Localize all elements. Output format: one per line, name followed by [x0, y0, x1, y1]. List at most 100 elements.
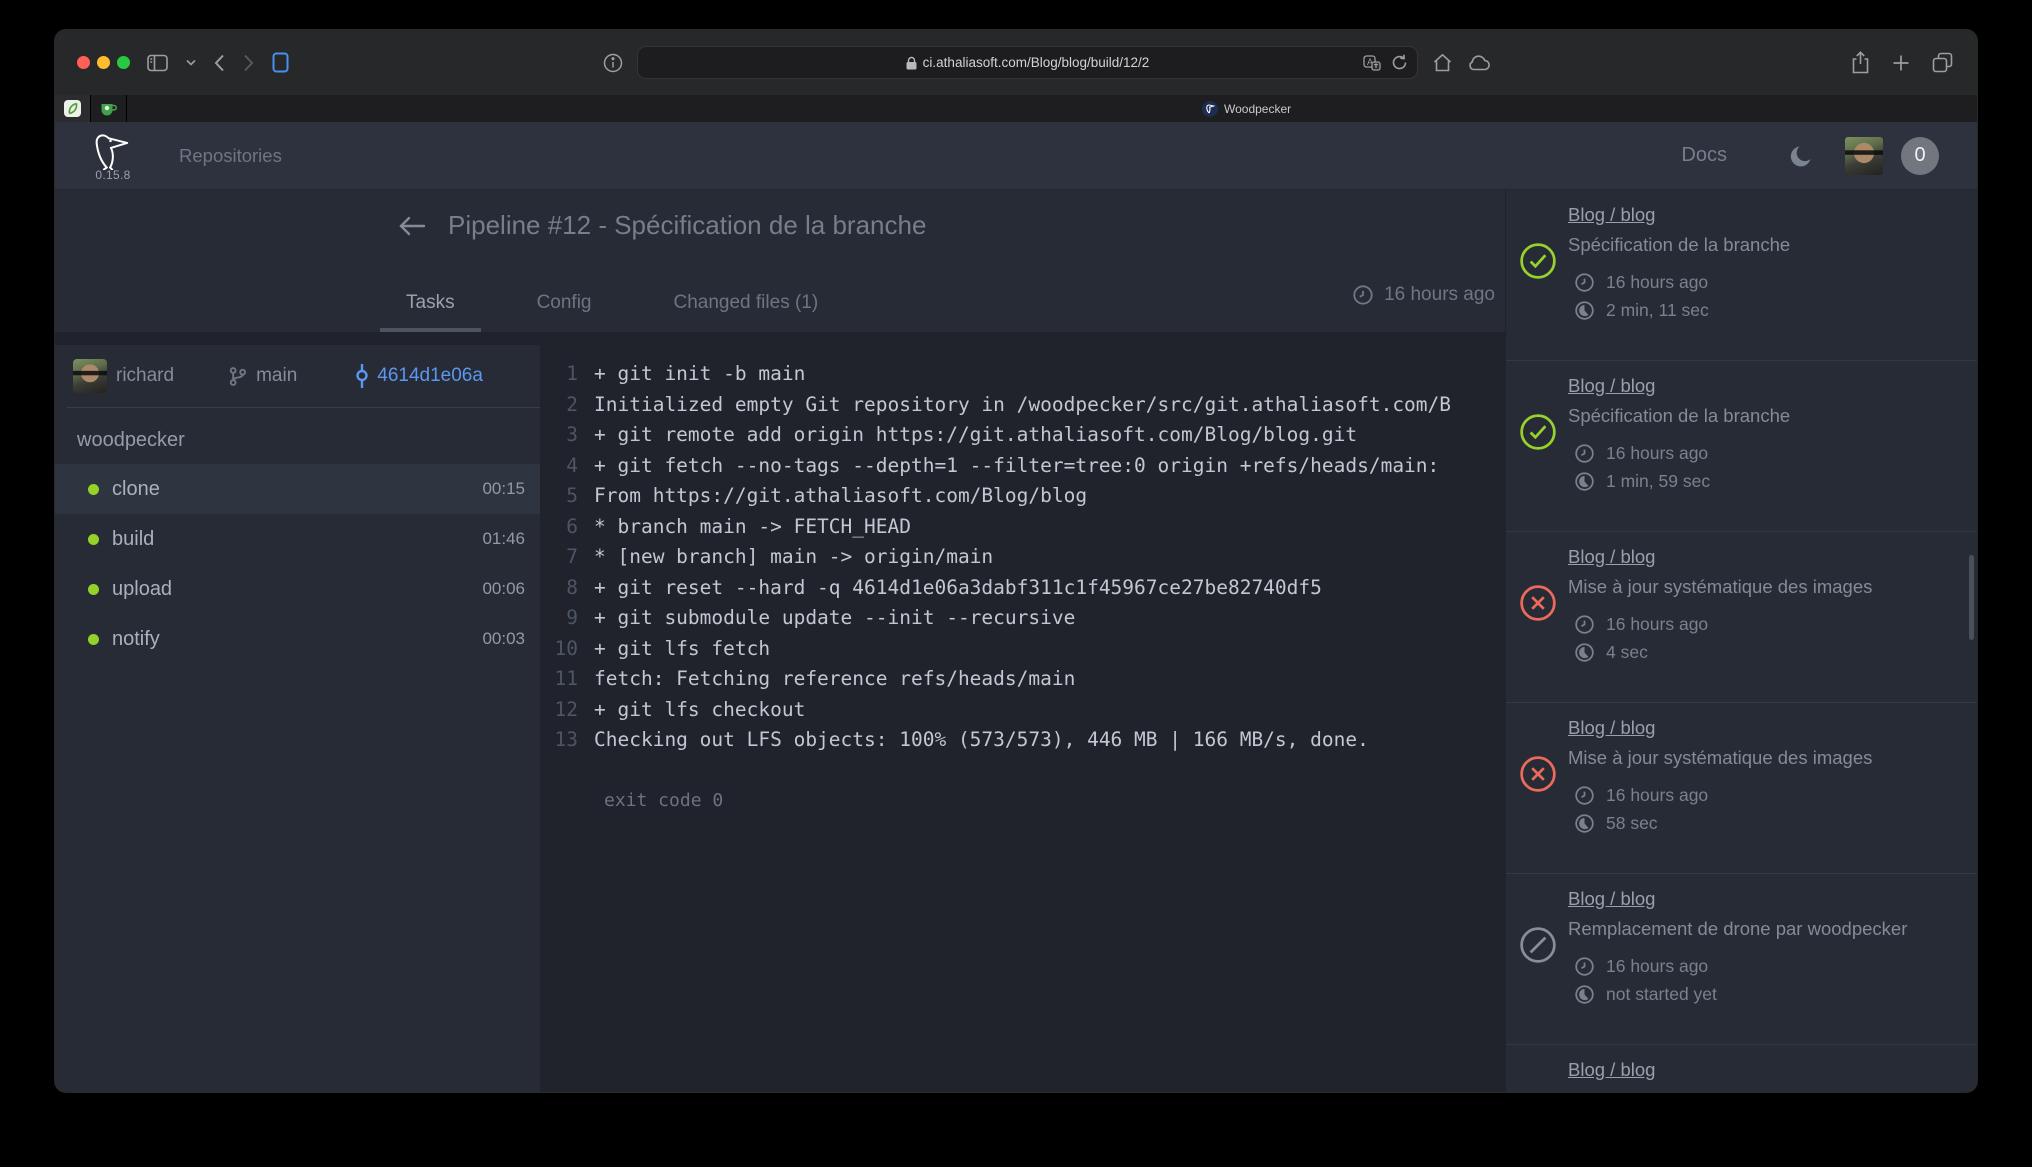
log-line: 1+ git init -b main: [550, 359, 1505, 390]
repo-link[interactable]: Blog / blog: [1568, 1059, 1655, 1081]
repo-link[interactable]: Blog / blog: [1568, 375, 1655, 397]
exit-code: exit code 0: [550, 786, 1505, 817]
console-log[interactable]: 1+ git init -b main 2Initialized empty G…: [540, 345, 1505, 1092]
tab-overview-icon[interactable]: [1932, 52, 1953, 73]
app-header: 0.15.8 Repositories Docs 0: [55, 122, 1977, 190]
repo-link[interactable]: Blog / blog: [1568, 888, 1655, 910]
commit-icon: [355, 364, 369, 388]
user-avatar[interactable]: [1845, 137, 1883, 175]
nav-repositories[interactable]: Repositories: [179, 145, 282, 167]
clock-icon: [1574, 443, 1595, 464]
repo-link[interactable]: Blog / blog: [1568, 204, 1655, 226]
branch-icon: [228, 366, 247, 387]
status-failure-icon: [1519, 755, 1557, 793]
pipeline-created-time: 16 hours ago: [1384, 284, 1495, 306]
pipeline-entry[interactable]: Blog / blog Mise à jour systématique des…: [1506, 532, 1977, 703]
commit-link[interactable]: 4614d1e06a: [355, 364, 483, 388]
steps-panel: richard main 4614d1e06a woodpecker: [55, 345, 540, 1092]
commit-message: Mise à jour systématique des images: [1568, 747, 1959, 769]
step-success-dot: [88, 484, 99, 495]
log-line: 3+ git remote add origin https://git.ath…: [550, 420, 1505, 451]
share-icon[interactable]: [1851, 51, 1870, 74]
woodpecker-app: 0.15.8 Repositories Docs 0 Pipeline #12 …: [55, 122, 1977, 1092]
page-icon[interactable]: [272, 52, 289, 73]
tab-config[interactable]: Config: [511, 292, 618, 332]
pipeline-entry[interactable]: Blog / blog Mise à jour systématique des…: [1506, 703, 1977, 874]
lock-icon: [906, 56, 917, 70]
log-line: 2Initialized empty Git repository in /wo…: [550, 390, 1505, 421]
app-logo[interactable]: 0.15.8: [91, 130, 135, 182]
clock-icon: [1352, 284, 1374, 306]
log-line: 12+ git lfs checkout: [550, 695, 1505, 726]
cloud-icon[interactable]: [1467, 54, 1491, 71]
minimize-window-button[interactable]: [97, 56, 110, 69]
close-window-button[interactable]: [77, 56, 90, 69]
duration-icon: [1574, 471, 1595, 492]
step-success-dot: [88, 534, 99, 545]
duration-icon: [1574, 300, 1595, 321]
clock-icon: [1574, 785, 1595, 806]
clock-icon: [1574, 272, 1595, 293]
status-skipped-icon: [1519, 926, 1557, 964]
tab-changed-files[interactable]: Changed files (1): [648, 292, 845, 332]
url-bar[interactable]: ci.athaliasoft.com/Blog/blog/build/12/2 …: [637, 46, 1418, 79]
nav-docs[interactable]: Docs: [1681, 144, 1727, 167]
commit-message: Spécification de la branche: [1568, 234, 1959, 256]
log-line: 4+ git fetch --no-tags --depth=1 --filte…: [550, 451, 1505, 482]
author-name: richard: [116, 365, 174, 387]
status-failure-icon: [1519, 584, 1557, 622]
pinned-tab-1[interactable]: [55, 95, 91, 122]
workflow-group-label: woodpecker: [55, 408, 540, 464]
zoom-window-button[interactable]: [117, 56, 130, 69]
duration-icon: [1574, 984, 1595, 1005]
commit-message: Spécification de la branche: [1568, 405, 1959, 427]
pinned-tab-2[interactable]: [91, 95, 127, 122]
tab-tasks[interactable]: Tasks: [380, 292, 481, 332]
back-arrow-icon[interactable]: [398, 215, 426, 237]
step-upload[interactable]: upload 00:06: [55, 564, 540, 614]
clock-icon: [1574, 614, 1595, 635]
branch-name: main: [256, 365, 297, 387]
dark-mode-toggle-icon[interactable]: [1789, 143, 1815, 169]
clock-icon: [1574, 956, 1595, 977]
repo-link[interactable]: Blog / blog: [1568, 546, 1655, 568]
sidebar-scrollbar[interactable]: [1969, 555, 1974, 640]
commit-message: Remplacement de drone par woodpecker: [1568, 918, 1959, 940]
log-line: 10+ git lfs fetch: [550, 634, 1505, 665]
chevron-down-icon[interactable]: [186, 59, 196, 66]
reload-icon[interactable]: [1391, 54, 1408, 71]
home-icon[interactable]: [1432, 53, 1453, 72]
author-avatar: [73, 359, 107, 393]
browser-window: ci.athaliasoft.com/Blog/blog/build/12/2 …: [55, 30, 1977, 1092]
pipeline-entry[interactable]: Blog / blog Remplacement de drone par wo…: [1506, 1045, 1977, 1092]
forward-icon[interactable]: [243, 54, 254, 72]
step-build[interactable]: build 01:46: [55, 514, 540, 564]
recent-pipelines-sidebar: Blog / blog Spécification de la branche …: [1505, 190, 1977, 1092]
pipeline-entry[interactable]: Blog / blog Spécification de la branche …: [1506, 190, 1977, 361]
duration-icon: [1574, 642, 1595, 663]
active-tab[interactable]: Woodpecker: [127, 95, 1977, 122]
info-icon[interactable]: [603, 53, 623, 73]
duration-icon: [1574, 813, 1595, 834]
pipeline-header: Pipeline #12 - Spécification de la branc…: [55, 190, 1505, 332]
tab-title: Woodpecker: [1224, 102, 1291, 116]
feather-favicon: [64, 100, 81, 117]
log-line: 9+ git submodule update --init --recursi…: [550, 603, 1505, 634]
teacup-favicon: [100, 101, 117, 116]
step-notify[interactable]: notify 00:03: [55, 614, 540, 664]
log-line: 11fetch: Fetching reference refs/heads/m…: [550, 664, 1505, 695]
step-clone[interactable]: clone 00:15: [55, 464, 540, 514]
translate-icon[interactable]: A: [1363, 55, 1381, 71]
log-line: 8+ git reset --hard -q 4614d1e06a3dabf31…: [550, 573, 1505, 604]
new-tab-icon[interactable]: [1892, 54, 1910, 72]
status-success-icon: [1519, 413, 1557, 451]
notification-badge[interactable]: 0: [1901, 137, 1939, 175]
pipeline-entry[interactable]: Blog / blog Spécification de la branche …: [1506, 361, 1977, 532]
pipeline-entry[interactable]: Blog / blog Remplacement de drone par wo…: [1506, 874, 1977, 1045]
window-controls: [77, 56, 130, 69]
step-success-dot: [88, 634, 99, 645]
sidebar-toggle-icon[interactable]: [147, 54, 168, 72]
commit-message: Mise à jour systématique des images: [1568, 576, 1959, 598]
back-icon[interactable]: [214, 54, 225, 72]
repo-link[interactable]: Blog / blog: [1568, 717, 1655, 739]
